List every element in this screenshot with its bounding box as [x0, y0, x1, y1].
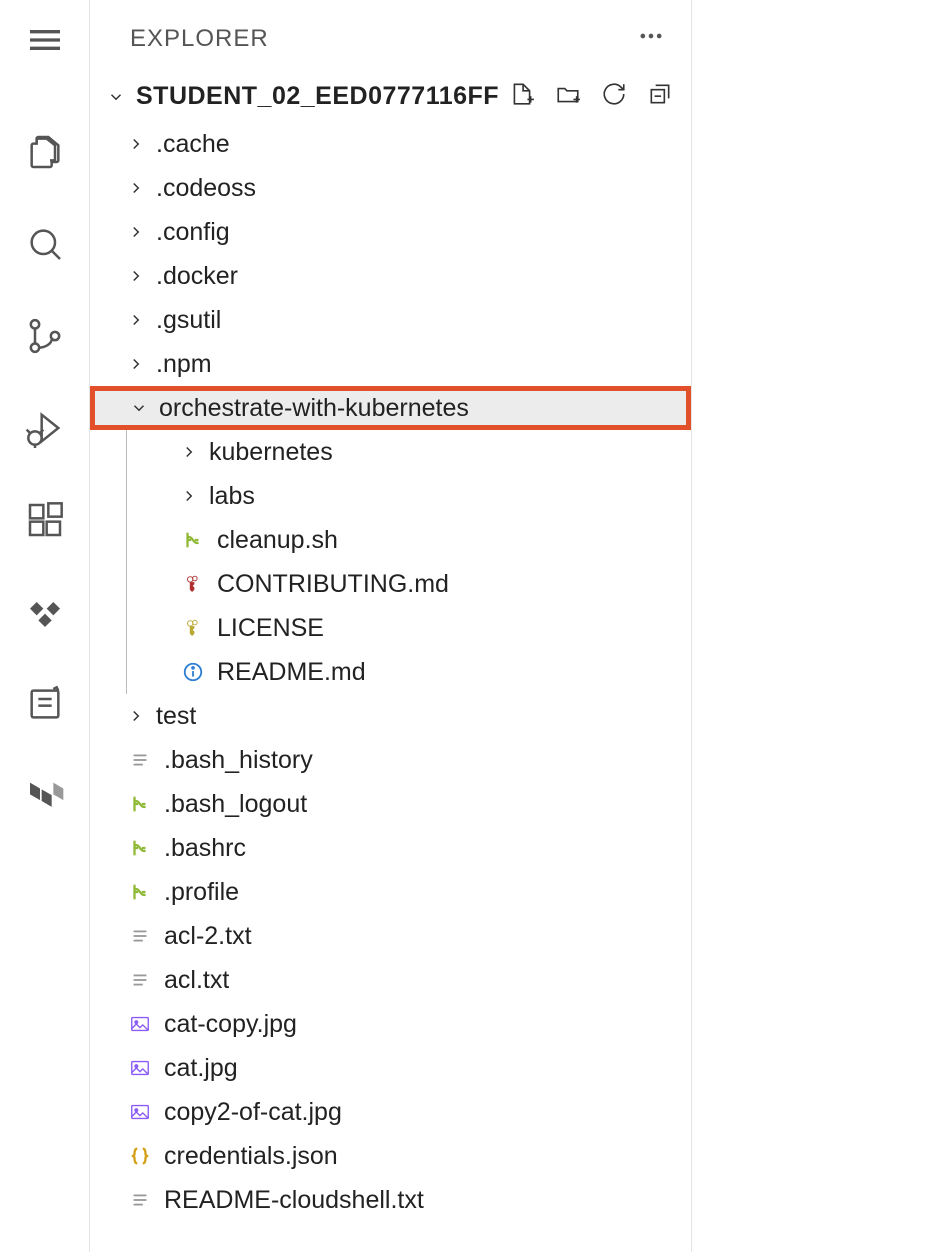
file-.bashrc[interactable]: .bashrc	[90, 826, 691, 870]
folder-label: .codeoss	[156, 174, 256, 203]
file-label: CONTRIBUTING.md	[217, 570, 449, 599]
file-credentials.json[interactable]: credentials.json	[90, 1134, 691, 1178]
file-acl.txt[interactable]: acl.txt	[90, 958, 691, 1002]
explorer-icon[interactable]	[23, 130, 67, 174]
folder-docker[interactable]: .docker	[90, 254, 691, 298]
collapse-all-icon[interactable]	[647, 81, 673, 112]
root-action-icons	[509, 81, 673, 112]
keys-red-icon	[179, 573, 207, 595]
source-control-icon[interactable]	[23, 314, 67, 358]
file-README-cloudshell.txt[interactable]: README-cloudshell.txt	[90, 1178, 691, 1222]
folder-codeoss[interactable]: .codeoss	[90, 166, 691, 210]
file-label: acl-2.txt	[164, 922, 252, 951]
image-icon	[126, 1101, 154, 1123]
shell-icon	[126, 837, 154, 859]
file-README.md[interactable]: README.md	[126, 650, 691, 694]
file-cat-copy.jpg[interactable]: cat-copy.jpg	[90, 1002, 691, 1046]
activity-bar	[0, 0, 90, 1252]
chevron-right-icon	[126, 707, 146, 725]
document-icon[interactable]	[23, 682, 67, 726]
folder-label: orchestrate-with-kubernetes	[159, 394, 469, 423]
json-icon	[126, 1145, 154, 1167]
file-.profile[interactable]: .profile	[90, 870, 691, 914]
folder-label: test	[156, 702, 196, 731]
menu-icon[interactable]	[23, 18, 67, 62]
chevron-down-icon	[129, 399, 149, 417]
folder-orchestrate-with-kubernetes[interactable]: orchestrate-with-kubernetes	[90, 386, 691, 430]
new-file-icon[interactable]	[509, 81, 535, 112]
info-icon	[179, 661, 207, 683]
explorer-sidebar: EXPLORER STUDENT_02_EED0777116FF .cache.…	[90, 0, 692, 1252]
file-label: acl.txt	[164, 966, 229, 995]
folder-test[interactable]: test	[90, 694, 691, 738]
file-label: .bash_logout	[164, 790, 307, 819]
extensions-icon[interactable]	[23, 498, 67, 542]
file-label: LICENSE	[217, 614, 324, 643]
root-folder-name: STUDENT_02_EED0777116FF	[136, 82, 499, 111]
debug-icon[interactable]	[23, 406, 67, 450]
chevron-down-icon	[106, 88, 126, 106]
chevron-right-icon	[126, 223, 146, 241]
chevron-right-icon	[126, 355, 146, 373]
file-CONTRIBUTING.md[interactable]: CONTRIBUTING.md	[126, 562, 691, 606]
panel-header: EXPLORER	[90, 0, 691, 71]
refresh-icon[interactable]	[601, 81, 627, 112]
file-.bash_history[interactable]: .bash_history	[90, 738, 691, 782]
folder-label: .npm	[156, 350, 212, 379]
file-tree: .cache.codeoss.config.docker.gsutil.npm …	[90, 122, 691, 1252]
folder-kubernetes[interactable]: kubernetes	[126, 430, 691, 474]
file-acl-2.txt[interactable]: acl-2.txt	[90, 914, 691, 958]
lines-icon	[126, 749, 154, 771]
file-label: README-cloudshell.txt	[164, 1186, 424, 1215]
chevron-right-icon	[179, 487, 199, 505]
folder-labs[interactable]: labs	[126, 474, 691, 518]
file-label: credentials.json	[164, 1142, 338, 1171]
chevron-right-icon	[126, 179, 146, 197]
image-icon	[126, 1057, 154, 1079]
folder-label: .docker	[156, 262, 238, 291]
file-copy2-of-cat.jpg[interactable]: copy2-of-cat.jpg	[90, 1090, 691, 1134]
file-label: .bash_history	[164, 746, 313, 775]
folder-label: labs	[209, 482, 255, 511]
terraform-icon[interactable]	[23, 774, 67, 818]
file-label: .bashrc	[164, 834, 246, 863]
file-cleanup.sh[interactable]: cleanup.sh	[126, 518, 691, 562]
image-icon	[126, 1013, 154, 1035]
lines-icon	[126, 969, 154, 991]
lines-icon	[126, 1189, 154, 1211]
file-.bash_logout[interactable]: .bash_logout	[90, 782, 691, 826]
file-label: cleanup.sh	[217, 526, 338, 555]
file-label: cat-copy.jpg	[164, 1010, 297, 1039]
file-label: cat.jpg	[164, 1054, 238, 1083]
chevron-right-icon	[126, 311, 146, 329]
folder-label: kubernetes	[209, 438, 333, 467]
file-label: README.md	[217, 658, 366, 687]
folder-label: .gsutil	[156, 306, 221, 335]
file-label: copy2-of-cat.jpg	[164, 1098, 342, 1127]
shell-icon	[179, 529, 207, 551]
shell-icon	[126, 881, 154, 903]
folder-label: .cache	[156, 130, 230, 159]
folder-npm[interactable]: .npm	[90, 342, 691, 386]
file-LICENSE[interactable]: LICENSE	[126, 606, 691, 650]
new-folder-icon[interactable]	[555, 81, 581, 112]
folder-cache[interactable]: .cache	[90, 122, 691, 166]
diamonds-icon[interactable]	[23, 590, 67, 634]
lines-icon	[126, 925, 154, 947]
shell-icon	[126, 793, 154, 815]
file-label: .profile	[164, 878, 239, 907]
root-folder-header[interactable]: STUDENT_02_EED0777116FF	[90, 71, 691, 122]
chevron-right-icon	[126, 267, 146, 285]
search-icon[interactable]	[23, 222, 67, 266]
more-actions-icon[interactable]	[637, 22, 665, 55]
folder-label: .config	[156, 218, 230, 247]
folder-config[interactable]: .config	[90, 210, 691, 254]
chevron-right-icon	[126, 135, 146, 153]
chevron-right-icon	[179, 443, 199, 461]
folder-gsutil[interactable]: .gsutil	[90, 298, 691, 342]
keys-yellow-icon	[179, 617, 207, 639]
panel-title: EXPLORER	[130, 25, 269, 53]
file-cat.jpg[interactable]: cat.jpg	[90, 1046, 691, 1090]
